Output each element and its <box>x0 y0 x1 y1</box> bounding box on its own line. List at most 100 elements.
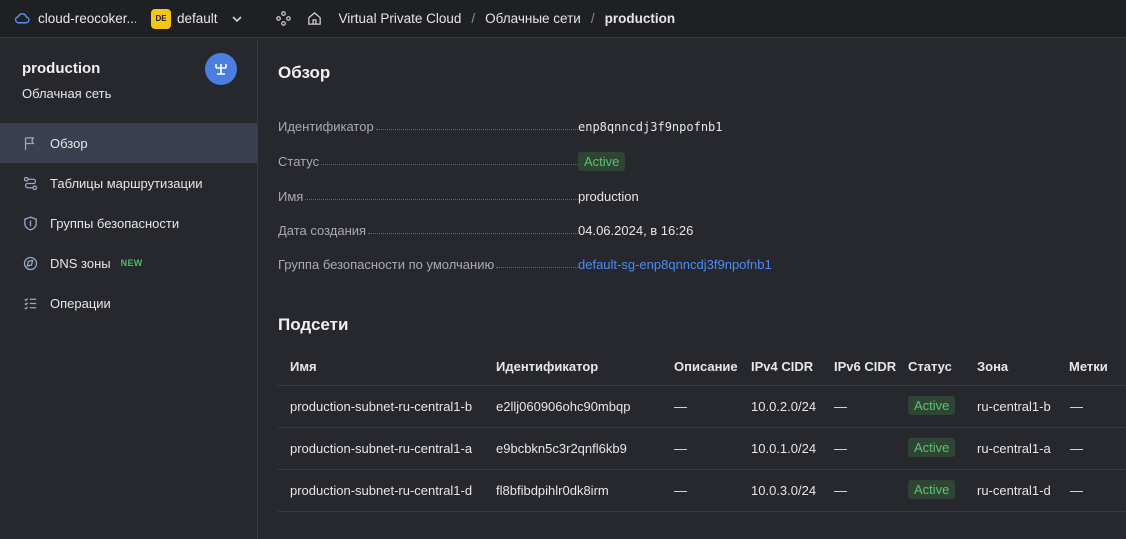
subnet-zone: ru-central1-b <box>977 399 1051 414</box>
field-key: Идентификатор <box>278 119 374 134</box>
subnet-status: Active <box>908 438 956 460</box>
security-group-link[interactable]: default-sg-enp8qnncdj3f9npofnb1 <box>578 257 772 272</box>
column-header-id[interactable]: Идентификатор <box>496 359 598 374</box>
sidebar-item-label: Группы безопасности <box>50 215 180 231</box>
sidebar-item-dns-zones[interactable]: DNS зоны NEW <box>0 243 257 283</box>
column-header-status[interactable]: Статус <box>908 359 952 374</box>
column-header-ipv4[interactable]: IPv4 CIDR <box>751 359 813 374</box>
dns-icon <box>23 256 38 270</box>
subnet-description: — <box>674 399 687 414</box>
breadcrumb-vpc[interactable]: Virtual Private Cloud <box>339 11 462 26</box>
subnet-description: — <box>674 483 687 498</box>
table-row[interactable]: production-subnet-ru-central1-b e2llj060… <box>278 386 1126 428</box>
dotted-leader <box>368 233 578 234</box>
subnet-ipv6: — <box>834 441 847 456</box>
table-row[interactable]: production-subnet-ru-central1-a e9bcbkn5… <box>278 428 1126 470</box>
field-key: Статус <box>278 154 320 169</box>
sidebar-item-label: DNS зоны <box>50 255 111 271</box>
subnet-name[interactable]: production-subnet-ru-central1-b <box>290 399 472 414</box>
field-key: Дата создания <box>278 223 367 238</box>
network-id-value[interactable]: enp8qnncdj3f9npofnb1 <box>578 120 723 134</box>
status-badge-label: Active <box>908 480 956 499</box>
breadcrumb-separator: / <box>471 11 476 26</box>
subnets-title: Подсети <box>278 315 349 334</box>
subnets-table: Имя Идентификатор Описание IPv4 CIDR IPv… <box>278 348 1126 512</box>
services-icon[interactable] <box>275 10 292 27</box>
sidebar-title: production <box>22 60 101 77</box>
sidebar-item-label: Обзор <box>50 135 88 151</box>
subnet-zone: ru-central1-d <box>977 483 1051 498</box>
subnet-labels: — <box>1070 483 1083 498</box>
breadcrumb-current: production <box>604 11 676 26</box>
field-key: Имя <box>278 189 304 204</box>
folder-badge: DE <box>151 8 171 29</box>
dotted-leader <box>305 199 578 200</box>
network-name-value: production <box>578 189 639 204</box>
cloud-name: cloud-reocoker... <box>38 11 136 26</box>
breadcrumb: Virtual Private Cloud / Облачные сети / … <box>339 11 676 26</box>
subnet-ipv4: 10.0.1.0/24 <box>751 441 817 456</box>
sidebar-nav: Обзор Таблицы маршрутизации Группы безоп… <box>0 123 257 323</box>
sidebar-item-overview[interactable]: Обзор <box>0 123 257 163</box>
flag-icon <box>24 136 35 150</box>
service-avatar <box>205 53 237 85</box>
status-badge-label: Active <box>578 152 626 171</box>
subnet-labels: — <box>1070 441 1083 456</box>
subnet-status: Active <box>908 396 956 418</box>
column-header-description[interactable]: Описание <box>674 359 738 374</box>
dotted-leader <box>496 267 578 268</box>
list-icon <box>24 297 37 310</box>
route-icon <box>23 176 38 190</box>
field-name: Имя production <box>278 184 639 204</box>
subnet-ipv4: 10.0.2.0/24 <box>751 399 817 414</box>
dotted-leader <box>375 129 578 130</box>
breadcrumb-separator: / <box>590 11 595 26</box>
field-id: Идентификатор enp8qnncdj3f9npofnb1 <box>278 114 723 134</box>
sidebar-item-label: Операции <box>50 295 111 311</box>
home-icon[interactable] <box>306 10 323 27</box>
cloud-icon <box>14 13 30 24</box>
main-content: Обзор Идентификатор enp8qnncdj3f9npofnb1… <box>259 39 1126 539</box>
sidebar-subtitle: Облачная сеть <box>22 86 112 101</box>
column-header-zone[interactable]: Зона <box>977 359 1008 374</box>
subnet-ipv6: — <box>834 399 847 414</box>
breadcrumb-networks[interactable]: Облачные сети <box>485 11 581 26</box>
subnet-status: Active <box>908 480 956 502</box>
sidebar: production Облачная сеть Обзор Таблицы м… <box>0 39 258 539</box>
sidebar-item-security-groups[interactable]: Группы безопасности <box>0 203 257 243</box>
subnet-ipv6: — <box>834 483 847 498</box>
subnet-id: e2llj060906ohc90mbqp <box>496 399 631 414</box>
subnet-name[interactable]: production-subnet-ru-central1-a <box>290 441 472 456</box>
status-badge: Active <box>578 152 626 171</box>
status-badge-label: Active <box>908 438 956 457</box>
sidebar-item-label: Таблицы маршрутизации <box>50 175 203 191</box>
subnet-labels: — <box>1070 399 1083 414</box>
field-status: Статус Active <box>278 149 626 171</box>
subnet-ipv4: 10.0.3.0/24 <box>751 483 817 498</box>
subnet-id: fl8bfibdpihlr0dk8irm <box>496 483 609 498</box>
table-header: Имя Идентификатор Описание IPv4 CIDR IPv… <box>278 348 1126 386</box>
overview-title: Обзор <box>278 63 331 82</box>
column-header-labels[interactable]: Метки <box>1069 359 1108 374</box>
chevron-down-icon <box>231 15 242 22</box>
shield-icon <box>24 215 37 231</box>
cloud-selector[interactable]: cloud-reocoker... <box>14 10 136 27</box>
subnet-zone: ru-central1-a <box>977 441 1051 456</box>
field-created: Дата создания 04.06.2024, в 16:26 <box>278 218 693 238</box>
folder-name: default <box>177 11 218 26</box>
created-date-value: 04.06.2024, в 16:26 <box>578 223 694 238</box>
dotted-leader <box>321 164 578 165</box>
column-header-name[interactable]: Имя <box>290 359 317 374</box>
top-bar: cloud-reocoker... DE default Virtual Pri… <box>0 0 1126 38</box>
subnet-name[interactable]: production-subnet-ru-central1-d <box>290 483 472 498</box>
sidebar-item-route-tables[interactable]: Таблицы маршрутизации <box>0 163 257 203</box>
subnet-description: — <box>674 441 687 456</box>
status-badge-label: Active <box>908 396 956 415</box>
table-row[interactable]: production-subnet-ru-central1-d fl8bfibd… <box>278 470 1126 512</box>
field-security-group: Группа безопасности по умолчанию default… <box>278 252 772 272</box>
field-key: Группа безопасности по умолчанию <box>278 257 495 272</box>
new-badge: NEW <box>120 258 143 268</box>
sidebar-item-operations[interactable]: Операции <box>0 283 257 323</box>
folder-selector[interactable]: DE default <box>151 8 243 29</box>
column-header-ipv6[interactable]: IPv6 CIDR <box>834 359 896 374</box>
